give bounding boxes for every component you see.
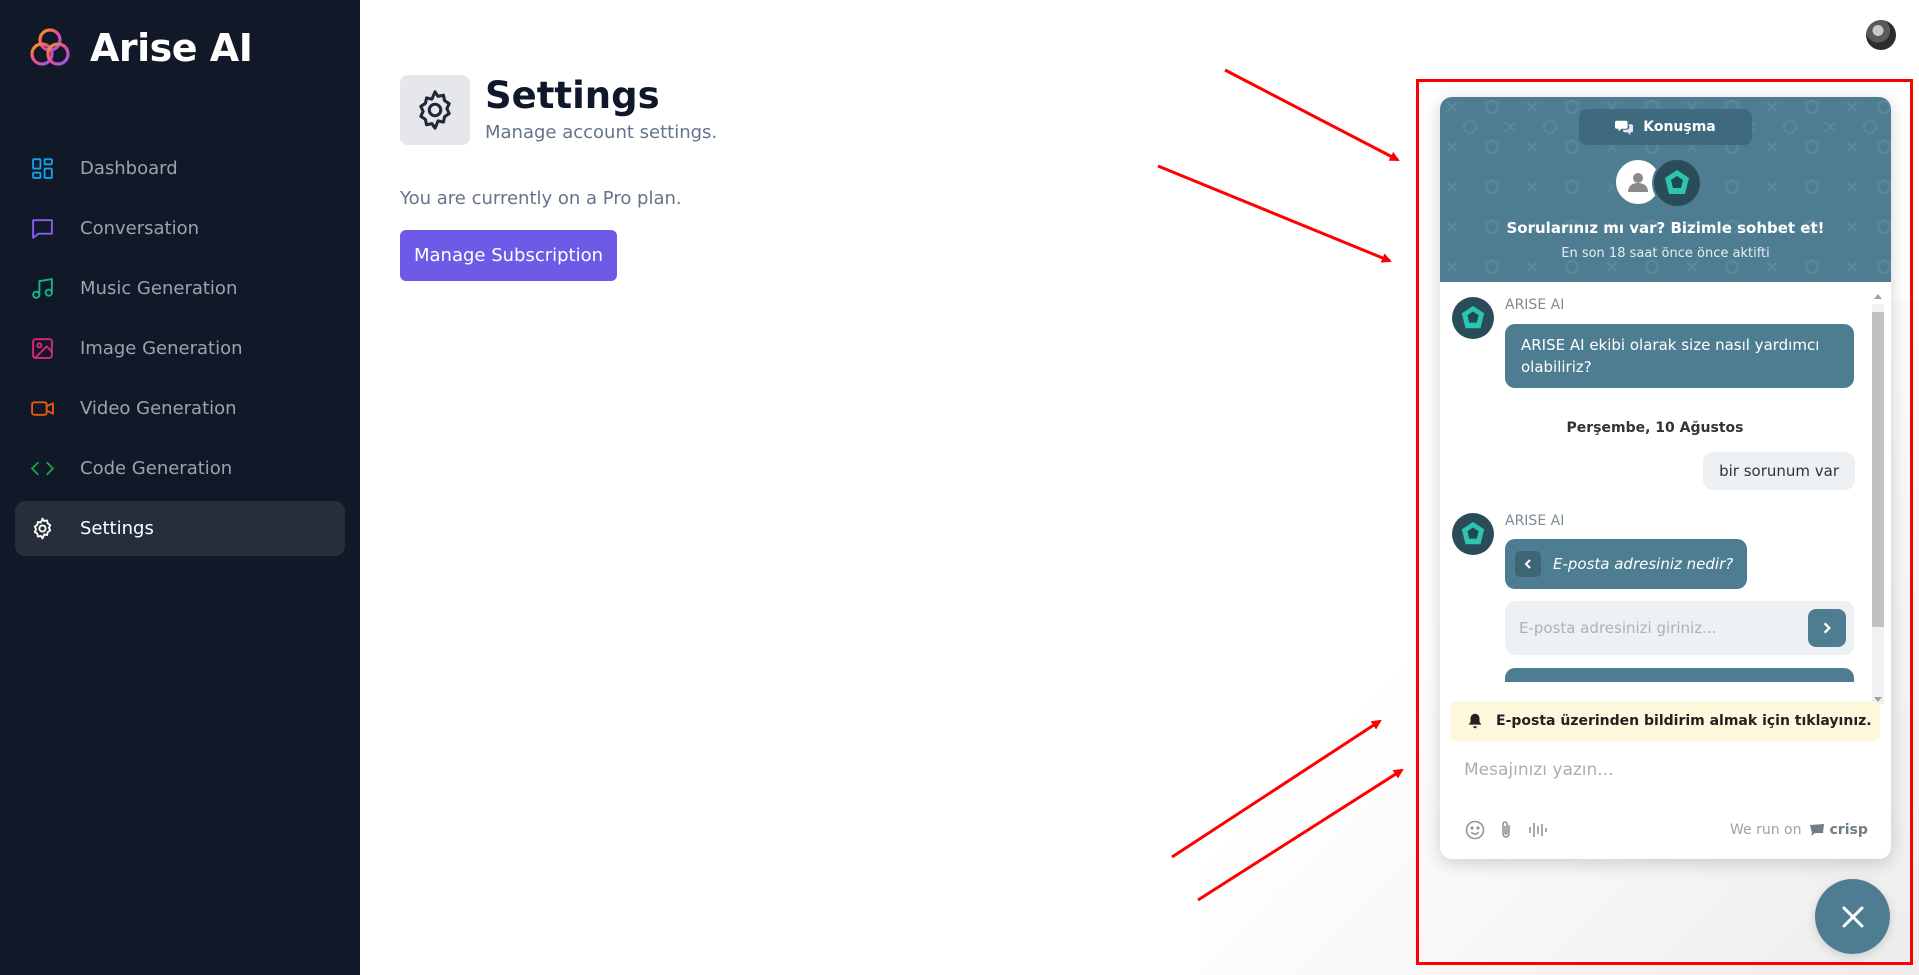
manage-subscription-button[interactable]: Manage Subscription [400,230,617,281]
annotation-arrow [1224,68,1400,162]
sidebar-item-settings[interactable]: Settings [15,501,345,556]
dashboard-icon [32,158,53,179]
gear-icon [419,90,451,130]
arise-logo-icon [30,28,70,66]
page-title: Settings [485,74,660,117]
sidebar-item-music-generation[interactable]: Music Generation [15,261,345,316]
sidebar: Arise AI Dashboard Conversation Music Ge… [0,0,360,975]
image-icon [32,338,53,359]
sidebar-item-label: Conversation [80,218,200,239]
sidebar-nav: Dashboard Conversation Music Generation … [15,141,345,561]
code-icon [30,461,55,476]
chat-icon [32,219,53,239]
sidebar-item-image-generation[interactable]: Image Generation [15,321,345,376]
page-subtitle: Manage account settings. [485,122,718,143]
video-icon [31,401,54,416]
sidebar-item-video-generation[interactable]: Video Generation [15,381,345,436]
sidebar-item-label: Video Generation [80,398,237,419]
sidebar-item-conversation[interactable]: Conversation [15,201,345,256]
sidebar-item-label: Settings [80,518,154,539]
sidebar-item-code-generation[interactable]: Code Generation [15,441,345,496]
gear-icon [33,517,52,540]
brand-name: Arise AI [90,26,253,70]
annotation-arrow [1157,164,1392,263]
plan-status-text: You are currently on a Pro plan. [400,188,682,209]
sidebar-item-label: Dashboard [80,158,178,179]
sidebar-item-dashboard[interactable]: Dashboard [15,141,345,196]
brand[interactable]: Arise AI [28,26,253,70]
sidebar-item-label: Code Generation [80,458,233,479]
app-root: Arise AI Dashboard Conversation Music Ge… [0,0,1919,975]
music-icon [32,278,53,299]
user-avatar[interactable] [1866,20,1896,50]
settings-header-icon-box [400,75,470,145]
sidebar-item-label: Image Generation [80,338,243,359]
annotation-highlight-box [1416,79,1913,965]
sidebar-item-label: Music Generation [80,278,238,299]
